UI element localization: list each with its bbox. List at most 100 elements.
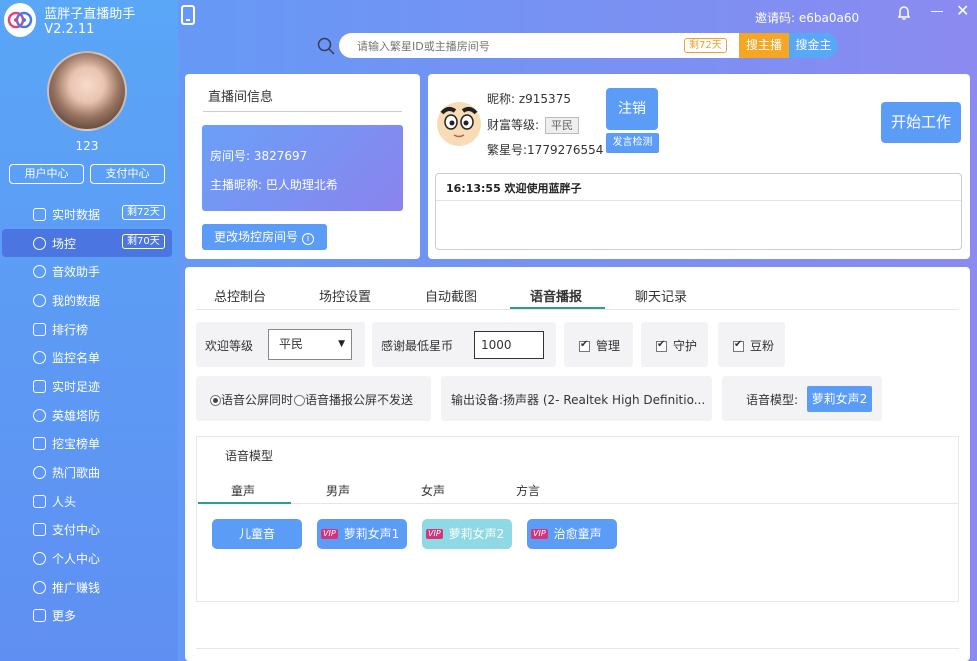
close-icon[interactable]: ✕	[956, 3, 969, 19]
voice-button-child[interactable]: 儿童音	[212, 519, 302, 549]
min-coin-input[interactable]: 1000	[474, 331, 544, 359]
crayon-shin-avatar-icon	[437, 102, 481, 146]
subtab-dialect[interactable]: 方言	[516, 482, 540, 499]
sidebar-item-ranking[interactable]: 排行榜	[0, 315, 178, 344]
sidebar-item-hero-defense[interactable]: 英雄塔防	[0, 401, 178, 430]
admin-label: 管理	[596, 339, 621, 353]
sidebar-item-sound-effect[interactable]: 音效助手	[0, 257, 178, 286]
divider	[436, 200, 961, 201]
log-line: 16:13:55 欢迎使用蓝胖子	[446, 182, 582, 195]
radio-no-screen-icon[interactable]	[294, 395, 306, 406]
bell-icon[interactable]	[896, 5, 912, 21]
monitor-icon	[33, 207, 46, 221]
guard-label: 守护	[673, 339, 698, 353]
sidebar-item-label: 英雄塔防	[52, 408, 101, 423]
sound-effect-icon	[33, 265, 46, 279]
sidebar-item-hot-songs[interactable]: 热门歌曲	[0, 458, 178, 487]
pay-center-button[interactable]: 支付中心	[90, 164, 165, 184]
wealth-badge: 平民	[545, 117, 580, 134]
sidebar-item-pay-center[interactable]: 支付中心	[0, 516, 178, 545]
voice-model-button[interactable]: 萝莉女声2	[807, 386, 872, 412]
sidebar-item-control[interactable]: 场控 剩70天	[2, 228, 172, 258]
watch-icon	[33, 351, 46, 365]
wealth-level: 财富等级: 平民	[487, 116, 580, 134]
vip-icon: VIP	[321, 528, 338, 539]
subtab-female-voice[interactable]: 女声	[421, 482, 445, 499]
sidebar-item-label: 挖宝榜单	[52, 437, 101, 452]
divider	[196, 309, 958, 310]
logout-button[interactable]: 注销	[606, 88, 658, 130]
radio-no-screen-label[interactable]: 语音播报公屏不发送	[305, 393, 413, 407]
gamepad-icon	[33, 408, 46, 422]
sidebar-item-label: 我的数据	[52, 293, 101, 308]
info-icon: i	[302, 233, 315, 245]
fanxing-number: 繁星号:1779276554	[487, 143, 604, 157]
start-work-button[interactable]: 开始工作	[881, 102, 961, 143]
checkbox-icon	[579, 339, 590, 352]
voice-button-loli-1[interactable]: VIP 萝莉女声1	[317, 519, 407, 549]
welcome-level-select[interactable]: 平民	[268, 329, 352, 360]
gamepad-icon	[33, 236, 46, 250]
broadcast-mode-radios: 语音公屏同时 语音播报公屏不发送	[210, 391, 413, 408]
voice-button-loli-2[interactable]: VIP 萝莉女声2	[422, 519, 512, 549]
phone-icon[interactable]	[181, 5, 195, 25]
divider	[203, 111, 402, 112]
sidebar-item-treasure-list[interactable]: 挖宝榜单	[0, 430, 178, 459]
avatar[interactable]	[47, 51, 127, 131]
subtab-male-voice[interactable]: 男声	[326, 482, 350, 499]
admin-checkbox[interactable]: 管理	[579, 337, 620, 354]
vip-icon: VIP	[531, 528, 548, 539]
user-center-button[interactable]: 用户中心	[9, 164, 84, 184]
gift-icon	[33, 494, 46, 508]
voice-button-healing-child[interactable]: VIP 治愈童声	[527, 519, 617, 549]
search-host-button[interactable]: 搜主播	[739, 33, 789, 58]
sidebar-item-head[interactable]: 人头	[0, 487, 178, 516]
sidebar-item-my-data[interactable]: 我的数据	[0, 286, 178, 315]
fans-checkbox[interactable]: 豆粉	[733, 337, 774, 354]
sidebar-item-watchlist[interactable]: 监控名单	[0, 343, 178, 372]
sidebar-item-label: 实时足迹	[52, 379, 101, 394]
room-info-title: 直播间信息	[208, 90, 274, 105]
sidebar-item-label: 更多	[52, 609, 77, 624]
log-box[interactable]: 16:13:55 欢迎使用蓝胖子	[435, 173, 962, 250]
tab-auto-screenshot[interactable]: 自动截图	[425, 286, 477, 305]
tab-voice-broadcast[interactable]: 语音播报	[530, 286, 582, 305]
sidebar-menu: 实时数据 剩72天 场控 剩70天 音效助手 我的数据 排行榜 监控名单 实时足迹 …	[0, 200, 178, 630]
microphone-icon	[33, 293, 46, 307]
voice-model-label: 语音模型:	[746, 393, 799, 407]
invite-code: 邀请码: e6ba0a60	[755, 11, 860, 25]
output-device[interactable]: 输出设备:扬声器 (2- Realtek High Definitio...	[451, 391, 706, 408]
guard-checkbox[interactable]: 守护	[656, 337, 697, 354]
active-subtab-indicator	[198, 502, 291, 504]
sidebar-item-personal-center[interactable]: 个人中心	[0, 544, 178, 573]
sidebar-item-label: 人头	[52, 494, 77, 509]
change-room-button[interactable]: 更改场控房间号 i	[202, 224, 327, 250]
voice-button-label: 萝莉女声1	[343, 527, 400, 541]
radio-sync-icon[interactable]	[210, 395, 221, 406]
subtab-child-voice[interactable]: 童声	[231, 482, 255, 499]
sidebar-item-label: 监控名单	[52, 351, 101, 366]
sidebar-item-more[interactable]: 更多	[0, 602, 178, 631]
sidebar: 蓝胖子直播助手V2.2.11 123 用户中心 支付中心 实时数据 剩72天 场控…	[0, 0, 178, 661]
search-sponsor-button[interactable]: 搜金主	[789, 33, 838, 58]
tab-chat-log[interactable]: 聊天记录	[635, 286, 687, 305]
fans-label: 豆粉	[750, 339, 775, 353]
sidebar-item-realtime-data[interactable]: 实时数据 剩72天	[0, 200, 178, 229]
vip-icon: VIP	[426, 528, 443, 539]
tab-control-settings[interactable]: 场控设置	[319, 286, 371, 305]
tab-console[interactable]: 总控制台	[214, 286, 266, 305]
search-icon[interactable]	[317, 37, 335, 55]
search-input[interactable]	[357, 38, 677, 54]
sidebar-item-label: 推广赚钱	[52, 580, 101, 595]
wealth-label: 财富等级:	[487, 118, 540, 132]
radio-sync-label[interactable]: 语音公屏同时	[221, 393, 293, 407]
sidebar-item-promote[interactable]: 推广赚钱	[0, 573, 178, 602]
minimize-icon[interactable]	[931, 11, 943, 12]
checkbox-icon	[656, 339, 667, 352]
nickname: 昵称: z915375	[487, 92, 571, 106]
sidebar-item-label: 场控	[52, 236, 77, 251]
share-icon	[33, 580, 46, 594]
sidebar-item-footprint[interactable]: 实时足迹	[0, 372, 178, 401]
app-title: 蓝胖子直播助手V2.2.11	[44, 7, 136, 37]
speech-detect-button[interactable]: 发言检测	[606, 133, 659, 153]
